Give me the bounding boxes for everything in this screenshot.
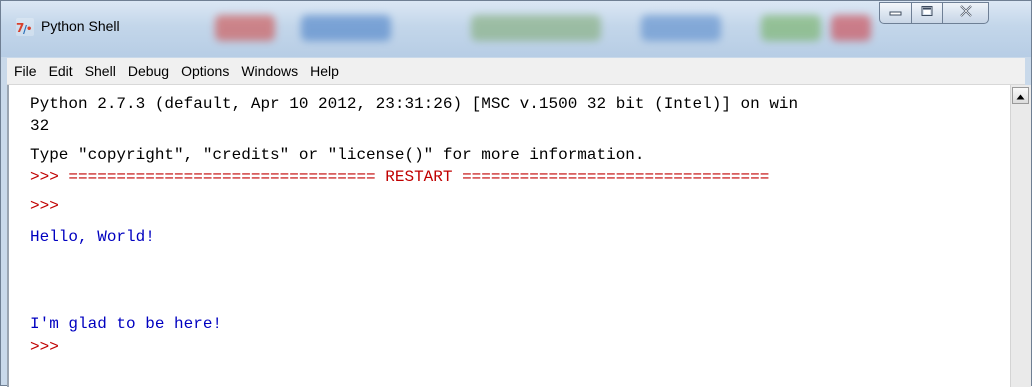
titlebar-blur	[215, 15, 275, 41]
shell-line: I'm glad to be here!	[30, 315, 223, 333]
scroll-up-button[interactable]	[1012, 87, 1029, 104]
menu-edit[interactable]: Edit	[43, 58, 79, 84]
minimize-button[interactable]	[879, 2, 912, 24]
titlebar-blur	[761, 15, 821, 41]
shell-line: Python 2.7.3 (default, Apr 10 2012, 23:3…	[30, 95, 799, 113]
menu-debug[interactable]: Debug	[122, 58, 175, 84]
shell-line: Type "copyright", "credits" or "license(…	[30, 146, 645, 164]
shell-line: >>>	[30, 338, 59, 356]
menu-shell[interactable]: Shell	[79, 58, 122, 84]
titlebar-blur	[301, 15, 391, 41]
window-title: Python Shell	[41, 18, 120, 34]
menu-options[interactable]: Options	[175, 58, 235, 84]
title-bar[interactable]: 7 ∕ • Python Shell	[1, 1, 1031, 57]
shell-output[interactable]: Python 2.7.3 (default, Apr 10 2012, 23:3…	[7, 85, 1010, 387]
maximize-button[interactable]	[911, 2, 943, 24]
shell-line: >>> ================================ RES…	[30, 168, 770, 186]
shell-line: Hello, World!	[30, 228, 155, 246]
scroll-up-arrow-icon	[1016, 87, 1025, 105]
menu-windows[interactable]: Windows	[235, 58, 304, 84]
shell-line: 32	[30, 117, 50, 135]
menu-help[interactable]: Help	[304, 58, 345, 84]
close-button[interactable]	[942, 2, 989, 24]
close-x-icon	[959, 4, 973, 22]
titlebar-blur	[641, 15, 721, 41]
python-shell-window: 7 ∕ • Python Shell File Edit Shell Debug…	[0, 0, 1032, 387]
svg-text:•: •	[26, 24, 32, 35]
shell-line: >>>	[30, 197, 59, 215]
minimize-icon	[889, 4, 903, 22]
titlebar-blur	[831, 15, 871, 41]
idle-python-icon[interactable]: 7 ∕ •	[15, 17, 35, 37]
menu-file[interactable]: File	[7, 58, 43, 84]
vertical-scrollbar[interactable]	[1010, 85, 1031, 387]
maximize-icon	[920, 4, 934, 22]
titlebar-blur	[471, 15, 601, 41]
menu-bar: File Edit Shell Debug Options Windows Help	[7, 58, 1025, 85]
